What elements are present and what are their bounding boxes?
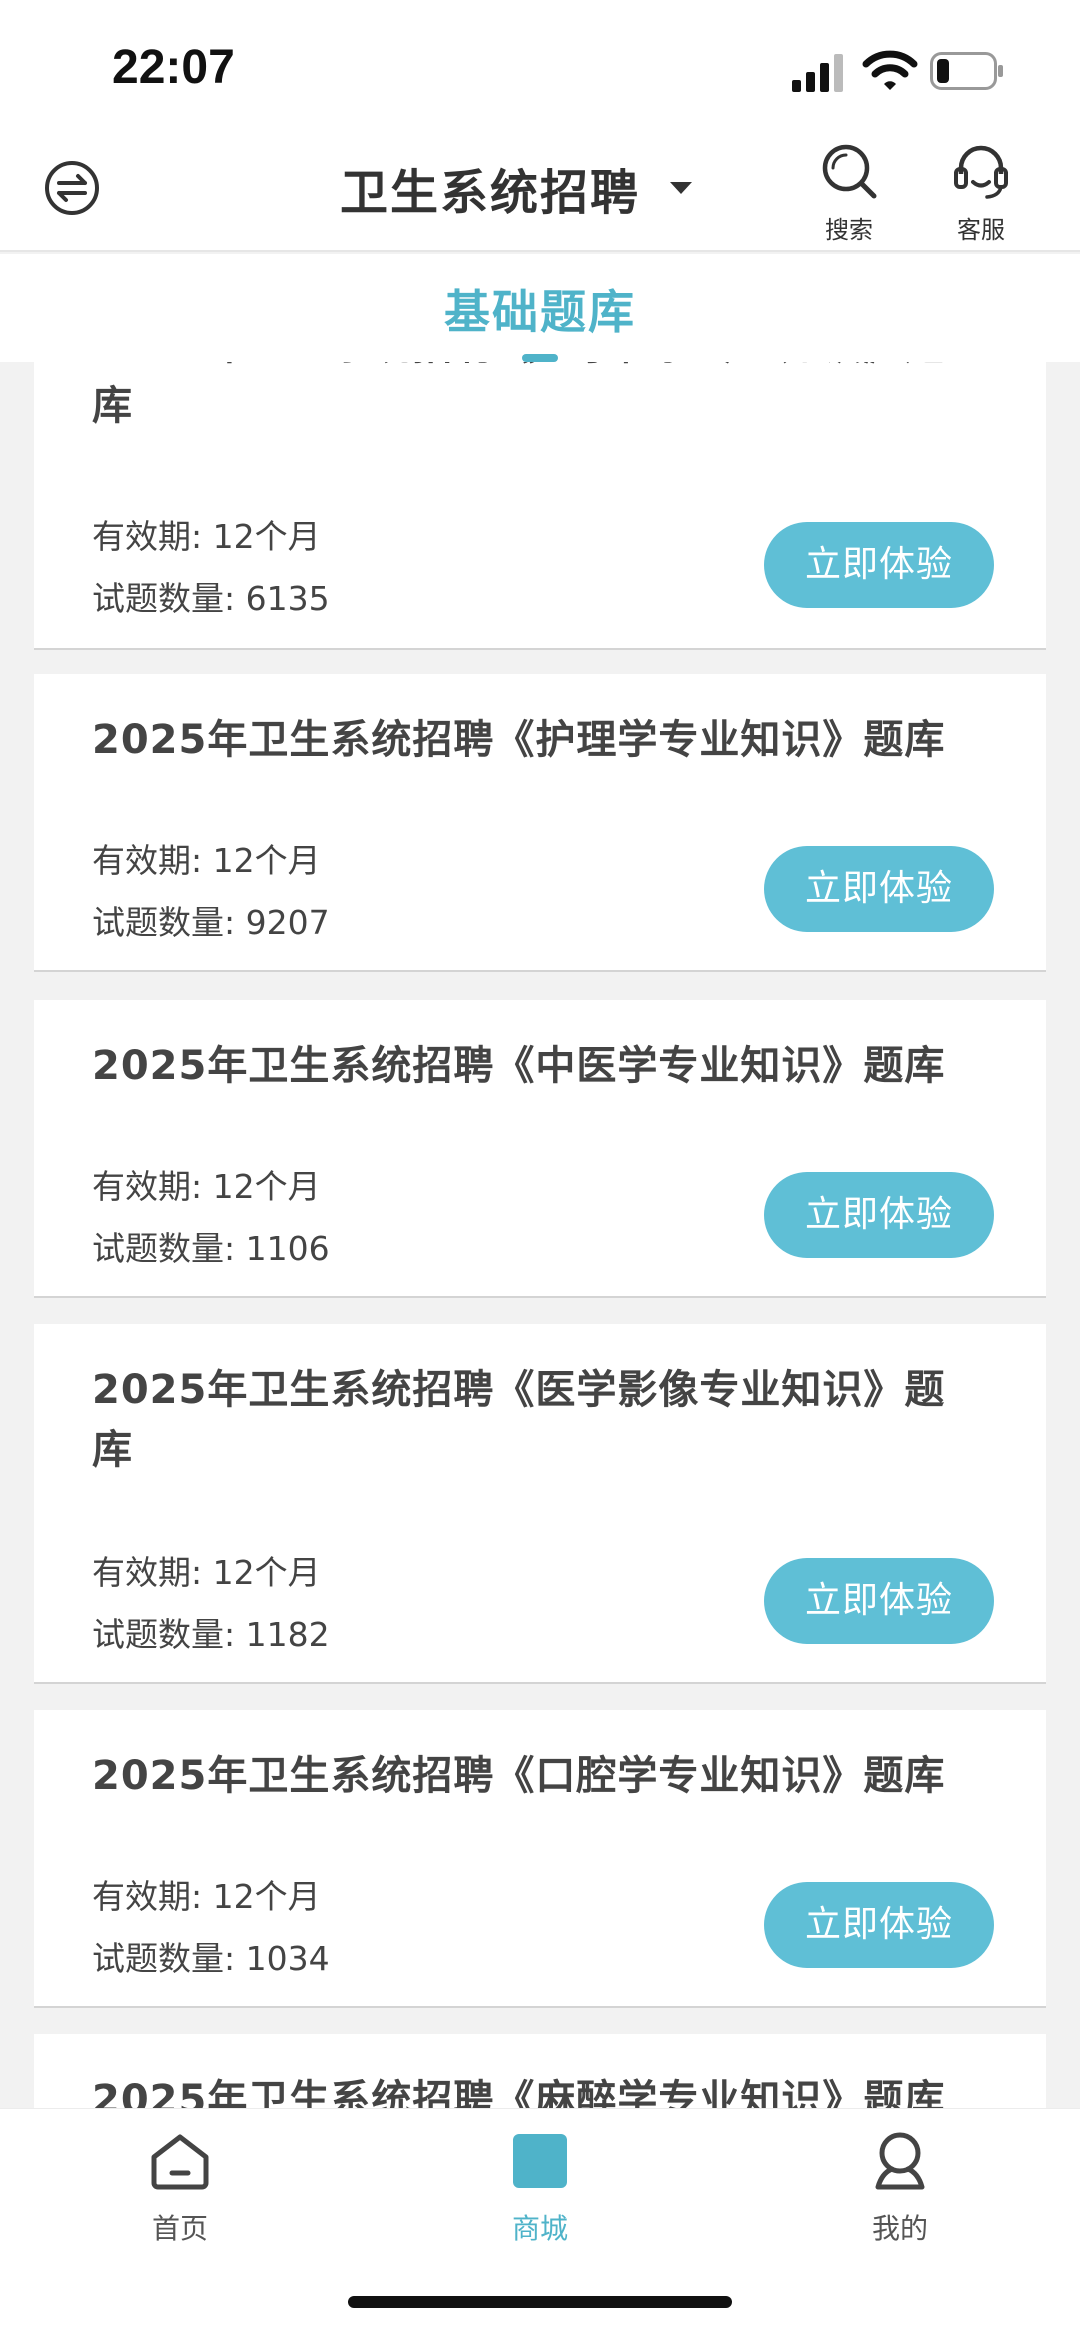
card-title: 2025年卫生系统招聘《医学影像专业知识》题库 bbox=[92, 1367, 946, 1473]
switch-exam-icon[interactable] bbox=[44, 160, 100, 216]
mall-icon bbox=[513, 2134, 567, 2188]
card-title: 2025年卫生系统招聘《护理学专业知识》题库 bbox=[92, 717, 946, 763]
question-count-text: 试题数量: 6135 bbox=[92, 579, 330, 618]
customer-service-button[interactable]: 客服 bbox=[936, 142, 1026, 252]
card-title: 2025年卫生系统招聘《麻醉学专业知识》题库 bbox=[92, 2077, 946, 2108]
status-bar: 22:07 bbox=[0, 0, 1080, 130]
profile-icon bbox=[875, 2132, 925, 2190]
home-indicator bbox=[348, 2296, 732, 2308]
tab-basic-question-bank[interactable]: 基础题库 bbox=[0, 276, 1080, 342]
validity-text: 有效期: 12个月 bbox=[92, 841, 321, 880]
list-item: 2025年卫生系统招聘《护理学专业知识》题库 有效期: 12个月 试题数量: 9… bbox=[34, 674, 1046, 972]
validity-text: 有效期: 12个月 bbox=[92, 1167, 321, 1206]
signal-icon bbox=[792, 54, 843, 92]
search-button[interactable]: 搜索 bbox=[804, 142, 894, 252]
card-title: 2025年卫生系统招聘《口腔学专业知识》题库 bbox=[92, 1753, 946, 1799]
battery-icon bbox=[930, 52, 1003, 90]
page-title: 卫生系统招聘 bbox=[340, 165, 641, 221]
validity-text: 有效期: 12个月 bbox=[92, 1553, 321, 1592]
list-item: 2025年卫生系统招聘《医学影像专业知识》题库 有效期: 12个月 试题数量: … bbox=[34, 1324, 1046, 1684]
tab-indicator bbox=[522, 354, 558, 362]
nav-mall[interactable]: 商城 bbox=[460, 2129, 620, 2247]
search-icon bbox=[822, 144, 877, 199]
question-bank-list[interactable]: 2025年卫生系统招聘《医学检验专业知识》题库 有效期: 12个月 试题数量: … bbox=[0, 362, 1080, 2108]
try-now-button[interactable]: 立即体验 bbox=[764, 1172, 994, 1258]
validity-text: 有效期: 12个月 bbox=[92, 1877, 321, 1916]
status-time: 22:07 bbox=[112, 41, 235, 94]
try-now-button[interactable]: 立即体验 bbox=[764, 846, 994, 932]
headset-icon bbox=[954, 145, 1008, 199]
app-screen: 22:07 卫生系统招聘 搜索 客服 基础题库 库 有效期: 12个月 试题数量… bbox=[0, 0, 1080, 2337]
try-now-button[interactable]: 立即体验 bbox=[764, 1558, 994, 1644]
nav-mine[interactable]: 我的 bbox=[820, 2129, 980, 2247]
card-title: 2025年卫生系统招聘《医学检验专业知识》题库 bbox=[92, 362, 944, 429]
home-icon bbox=[151, 2134, 209, 2190]
tab-bar: 基础题库 bbox=[0, 254, 1080, 362]
try-now-button[interactable]: 立即体验 bbox=[764, 522, 994, 608]
search-label: 搜索 bbox=[825, 216, 873, 244]
question-count-text: 试题数量: 1106 bbox=[92, 1229, 330, 1268]
nav-mine-label: 我的 bbox=[871, 2212, 928, 2245]
nav-mall-label: 商城 bbox=[511, 2212, 568, 2245]
exam-category-selector[interactable]: 卫生系统招聘 bbox=[340, 158, 693, 221]
card-title: 2025年卫生系统招聘《中医学专业知识》题库 bbox=[92, 1043, 946, 1089]
caret-down-icon bbox=[670, 182, 693, 194]
wifi-icon bbox=[862, 50, 918, 90]
list-item: 2025年卫生系统招聘《口腔学专业知识》题库 有效期: 12个月 试题数量: 1… bbox=[34, 1710, 1046, 2008]
service-label: 客服 bbox=[957, 216, 1005, 244]
nav-home-label: 首页 bbox=[151, 2212, 208, 2245]
app-header: 卫生系统招聘 搜索 客服 bbox=[0, 130, 1080, 252]
nav-home[interactable]: 首页 bbox=[100, 2129, 260, 2247]
list-item: 2025年卫生系统招聘《医学检验专业知识》题库 有效期: 12个月 试题数量: … bbox=[34, 362, 1046, 650]
question-count-text: 试题数量: 1182 bbox=[92, 1615, 330, 1654]
validity-text: 有效期: 12个月 bbox=[92, 517, 321, 556]
list-item: 2025年卫生系统招聘《麻醉学专业知识》题库 bbox=[34, 2034, 1046, 2108]
question-count-text: 试题数量: 9207 bbox=[92, 903, 330, 942]
question-count-text: 试题数量: 1034 bbox=[92, 1939, 330, 1978]
list-item: 2025年卫生系统招聘《中医学专业知识》题库 有效期: 12个月 试题数量: 1… bbox=[34, 1000, 1046, 1298]
try-now-button[interactable]: 立即体验 bbox=[764, 1882, 994, 1968]
